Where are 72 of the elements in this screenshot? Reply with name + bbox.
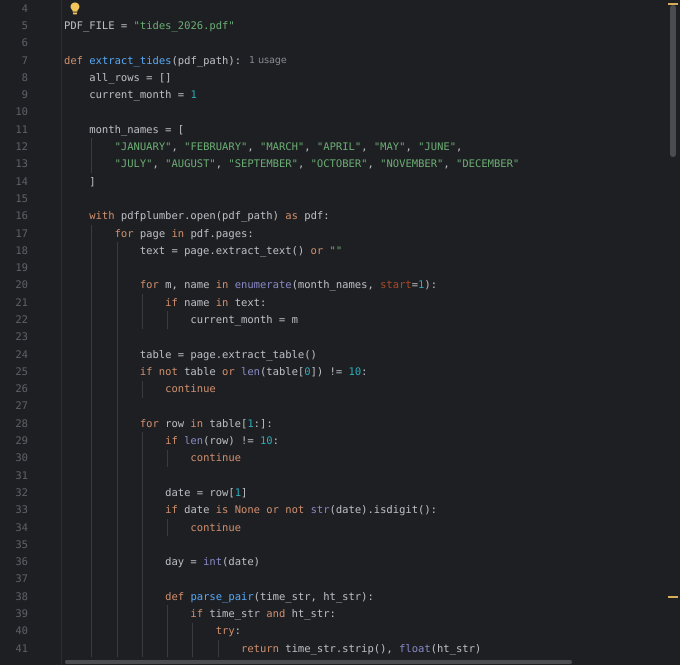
- line-number: 17: [14, 228, 28, 240]
- code-line: for page in pdf.pages:: [114, 226, 254, 240]
- line-number: 29: [14, 435, 28, 448]
- code-line: date = row[1]: [165, 486, 248, 500]
- line-number: 22: [14, 314, 28, 326]
- line-number: 24: [14, 348, 28, 361]
- line-number: 23: [14, 331, 28, 344]
- line-number: 32: [14, 486, 28, 499]
- code-line: PDF_FILE = "tides_2026.pdf": [64, 18, 235, 33]
- line-number: 15: [14, 192, 28, 205]
- line-number: 7: [20, 54, 28, 67]
- line-number: 8: [20, 72, 28, 84]
- code-line: continue: [165, 382, 216, 396]
- line-number: 31: [14, 470, 28, 482]
- line-number: 10: [14, 106, 28, 118]
- code-line: with pdfplumber.open(pdf_path) as pdf:: [89, 209, 330, 224]
- line-number: 39: [14, 608, 28, 620]
- line-number: 11: [14, 124, 28, 136]
- line-number: 34: [14, 522, 28, 534]
- line-number: 33: [14, 504, 28, 516]
- code-line: continue: [190, 520, 241, 535]
- line-number: 6: [20, 37, 28, 50]
- code-line: def extract_tides(pdf_path):: [64, 54, 242, 68]
- line-number: 40: [14, 625, 28, 638]
- line-number: 37: [14, 573, 28, 586]
- line-number: 13: [14, 158, 28, 170]
- warning-stripe-mark[interactable]: [668, 596, 678, 598]
- line-number: 30: [14, 452, 28, 464]
- code-line: if name in text:: [165, 296, 266, 310]
- code-line: ]: [89, 174, 96, 189]
- line-number: 4: [20, 2, 28, 15]
- usage-hint[interactable]: 1 usage: [249, 55, 287, 66]
- warning-stripe-mark[interactable]: [668, 3, 678, 5]
- code-line: text = page.extract_text() or "": [140, 244, 342, 258]
- line-number: 41: [14, 642, 28, 655]
- line-number: 20: [14, 279, 28, 292]
- line-number: 28: [14, 418, 28, 430]
- line-number: 12: [14, 141, 28, 154]
- code-line: all_rows = []: [89, 70, 172, 85]
- line-number: 21: [14, 296, 28, 309]
- scrollbar-thumb[interactable]: [65, 660, 572, 664]
- code-line: "JULY", "AUGUST", "SEPTEMBER", "OCTOBER", "NOVEMBER", "DECEMBER": [114, 157, 520, 172]
- line-number: 9: [20, 89, 28, 102]
- line-number: 5: [20, 20, 28, 32]
- code-line: for row in table[1:]:: [140, 416, 273, 431]
- line-number: 25: [14, 366, 28, 378]
- code-line: continue: [190, 451, 241, 466]
- code-line: return time_str.strip(), float(ht_str): [241, 642, 482, 656]
- code-line: current_month = 1: [89, 88, 197, 102]
- line-number: 14: [14, 176, 28, 188]
- code-line: if date is None or not str(date).isdigit():: [165, 503, 437, 518]
- line-number: 27: [14, 400, 28, 412]
- line-number: 35: [14, 538, 28, 551]
- code-line: table = page.extract_table(): [140, 348, 317, 362]
- line-number: 38: [14, 590, 28, 603]
- scrollbar-thumb[interactable]: [670, 5, 676, 157]
- code-line: try:: [216, 624, 241, 638]
- code-line: if len(row) != 10:: [165, 434, 279, 448]
- code-line: for m, name in enumerate(month_names, start=1):: [140, 278, 438, 292]
- line-number: 16: [14, 210, 28, 222]
- line-number: 36: [14, 556, 28, 568]
- line-number: 19: [14, 262, 28, 274]
- code-line: def parse_pair(time_str, ht_str):: [165, 590, 374, 604]
- code-line: if time_str and ht_str:: [190, 607, 336, 622]
- lightbulb-icon[interactable]: [70, 2, 80, 15]
- code-line: day = int(date): [165, 555, 260, 570]
- line-number: 18: [14, 244, 28, 257]
- code-line: month_names = [: [89, 122, 184, 137]
- code-line: "JANUARY", "FEBRUARY", "MARCH", "APRIL", "MAY", "JUNE",: [114, 140, 462, 154]
- line-number: 26: [14, 383, 28, 396]
- code-line: if not table or len(table[0]) != 10:: [140, 364, 368, 379]
- code-line: current_month = m: [190, 312, 298, 327]
